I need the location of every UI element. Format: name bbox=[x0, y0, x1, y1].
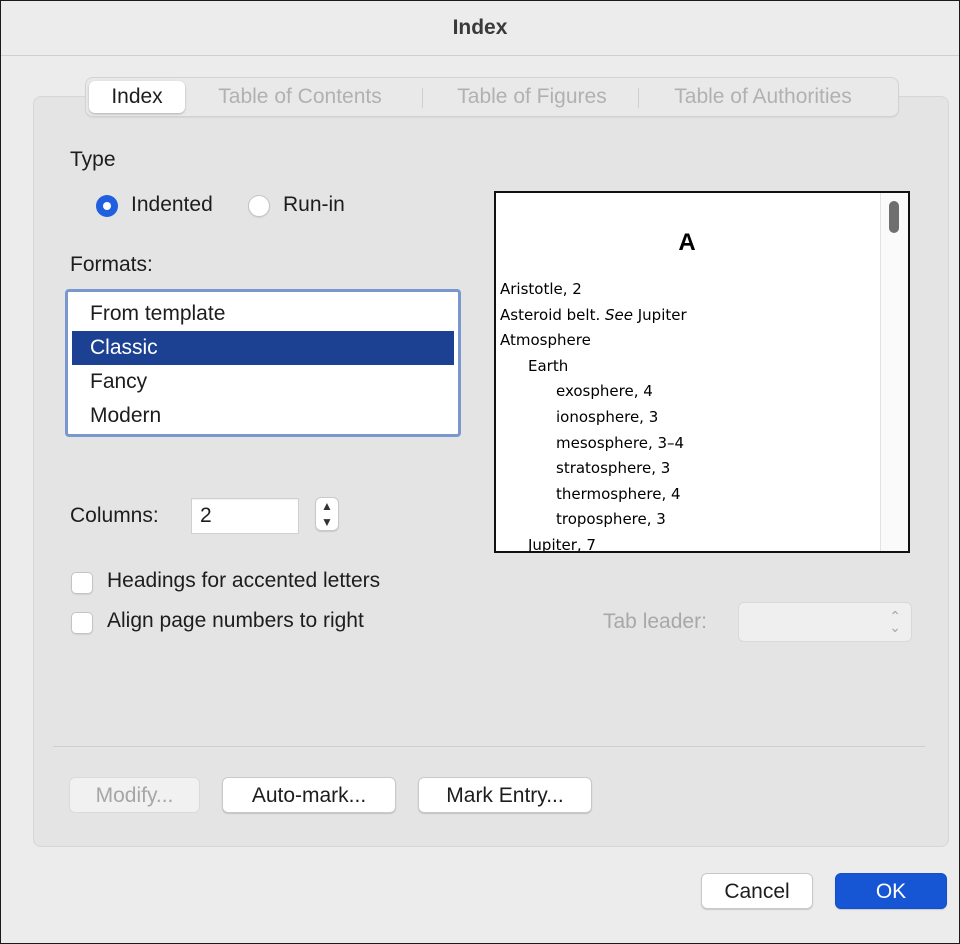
mark-entry-button[interactable]: Mark Entry... bbox=[418, 777, 592, 813]
format-modern[interactable]: Modern bbox=[72, 399, 454, 433]
preview-entry: Asteroid belt. See Jupiter bbox=[500, 303, 687, 329]
tab-table-of-contents[interactable]: Table of Contents bbox=[194, 78, 406, 116]
preview-heading-letter: A bbox=[678, 229, 696, 256]
preview-entry-see: See bbox=[605, 305, 633, 324]
preview-entry-text: thermosphere, 4 bbox=[556, 484, 681, 503]
indented-radio[interactable] bbox=[96, 195, 118, 217]
tab-bar: Index Table of Contents Table of Figures… bbox=[85, 77, 899, 117]
columns-label: Columns: bbox=[70, 504, 159, 527]
preview-entry: stratosphere, 3 bbox=[500, 456, 687, 482]
tab-leader-select: ⌃ ⌄ bbox=[738, 602, 912, 642]
tab-index[interactable]: Index bbox=[89, 81, 185, 113]
columns-stepper[interactable]: ▲ ▼ bbox=[315, 497, 339, 531]
chevron-up-down-icon: ⌃ ⌄ bbox=[889, 608, 901, 635]
preview-entry: Jupiter, 7 bbox=[500, 533, 687, 553]
formats-label: Formats: bbox=[70, 253, 153, 276]
preview-entry-ref: Jupiter bbox=[632, 305, 687, 324]
ok-button[interactable]: OK bbox=[835, 873, 947, 909]
formats-list[interactable]: From template Classic Fancy Modern bbox=[65, 289, 461, 437]
index-preview: A Aristotle, 2 Asteroid belt. See Jupiter… bbox=[494, 191, 910, 553]
preview-entries: Aristotle, 2 Asteroid belt. See Jupiter At… bbox=[500, 277, 687, 553]
align-page-numbers-label[interactable]: Align page numbers to right bbox=[107, 609, 364, 633]
auto-mark-button[interactable]: Auto-mark... bbox=[222, 777, 396, 813]
preview-entry: Atmosphere bbox=[500, 328, 687, 354]
modify-button[interactable]: Modify... bbox=[69, 777, 200, 813]
preview-entry-text: stratosphere, 3 bbox=[556, 459, 671, 478]
format-fancy[interactable]: Fancy bbox=[72, 365, 454, 399]
cancel-button[interactable]: Cancel bbox=[701, 873, 813, 909]
preview-entry-text: Aristotle, 2 bbox=[500, 280, 582, 298]
preview-entry: Aristotle, 2 bbox=[500, 277, 687, 303]
chevron-down-icon[interactable]: ▼ bbox=[316, 514, 338, 530]
index-dialog: Index Index Table of Contents Table of F… bbox=[0, 0, 960, 944]
preview-entry: mesosphere, 3–4 bbox=[500, 431, 687, 457]
tab-separator bbox=[638, 88, 639, 108]
tab-separator bbox=[422, 88, 423, 108]
tab-table-of-authorities[interactable]: Table of Authorities bbox=[648, 78, 878, 116]
chevron-up-icon[interactable]: ▲ bbox=[316, 498, 338, 514]
preview-scrollbar[interactable] bbox=[880, 193, 908, 551]
preview-entry-text: exosphere, 4 bbox=[556, 382, 653, 401]
headings-accented-label[interactable]: Headings for accented letters bbox=[107, 569, 380, 593]
tab-table-of-figures[interactable]: Table of Figures bbox=[432, 78, 632, 116]
format-from-template[interactable]: From template bbox=[72, 297, 454, 331]
indented-label[interactable]: Indented bbox=[131, 193, 213, 217]
format-classic[interactable]: Classic bbox=[72, 331, 454, 365]
type-label: Type bbox=[70, 148, 116, 171]
preview-entry-text: ionosphere, 3 bbox=[556, 407, 659, 426]
align-page-numbers-checkbox[interactable] bbox=[71, 612, 93, 634]
preview-entry-text: Earth bbox=[528, 356, 569, 375]
preview-entry-text: Asteroid belt. bbox=[500, 305, 605, 324]
preview-entry-text: Atmosphere bbox=[500, 331, 591, 350]
preview-entry: troposphere, 3 bbox=[500, 507, 687, 533]
preview-entry: exosphere, 4 bbox=[500, 379, 687, 405]
run-in-radio[interactable] bbox=[248, 195, 270, 217]
headings-accented-checkbox[interactable] bbox=[71, 572, 93, 594]
run-in-label[interactable]: Run-in bbox=[283, 193, 345, 217]
columns-input[interactable]: 2 bbox=[191, 498, 299, 534]
preview-entry-text: mesosphere, 3–4 bbox=[556, 433, 685, 452]
preview-entry-text: Jupiter, 7 bbox=[528, 535, 596, 553]
preview-entry: ionosphere, 3 bbox=[500, 405, 687, 431]
scrollbar-thumb[interactable] bbox=[889, 201, 899, 233]
preview-entry-text: troposphere, 3 bbox=[556, 510, 666, 529]
preview-entry: thermosphere, 4 bbox=[500, 482, 687, 508]
preview-entry: Earth bbox=[500, 354, 687, 380]
section-divider bbox=[53, 746, 925, 747]
dialog-title: Index bbox=[1, 1, 959, 56]
tab-leader-label: Tab leader: bbox=[603, 610, 707, 633]
